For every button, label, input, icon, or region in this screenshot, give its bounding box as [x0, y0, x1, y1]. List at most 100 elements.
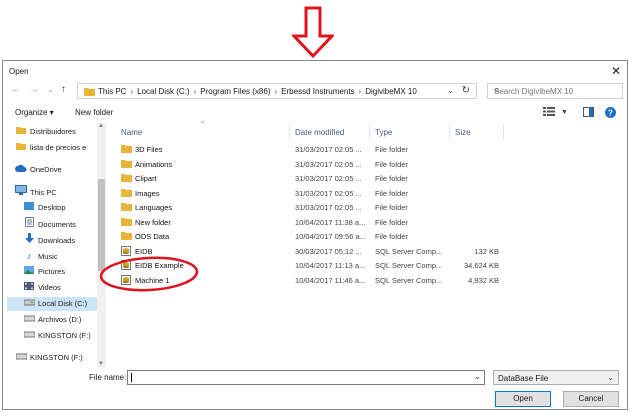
organize-button[interactable]: Organize ▾ — [15, 108, 54, 117]
address-row: ← → ⌄ ↑ This PC › Local Disk (C:) › Program … — [3, 81, 627, 101]
forward-arrow-icon[interactable]: → — [29, 84, 39, 95]
file-name-dropdown-icon[interactable]: ⌄ — [474, 372, 481, 381]
cloud-icon — [15, 163, 27, 177]
cancel-button[interactable]: Cancel — [563, 391, 619, 407]
breadcrumb-item[interactable]: Local Disk (C:) — [137, 87, 189, 96]
file-date: 31/03/2017 02:05 ... — [295, 159, 362, 169]
file-date: 30/03/2017 05:12 ... — [295, 246, 362, 256]
folder-icon — [121, 159, 132, 168]
navigation-pane: Distribuidores lista de precios e OneDri… — [3, 123, 107, 367]
file-row[interactable]: Clipart 31/03/2017 02:05 ... File folder — [111, 172, 511, 186]
column-header-date[interactable]: Date modified — [295, 128, 344, 137]
file-name: Animations — [135, 159, 173, 169]
file-row[interactable]: Images 31/03/2017 02:05 ... File folder — [111, 187, 511, 201]
file-type: File folder — [375, 174, 408, 183]
breadcrumb-separator[interactable]: › — [194, 87, 197, 96]
file-date: 10/04/2017 09:56 a... — [295, 232, 366, 241]
nav-item-documents[interactable]: Documents — [23, 217, 76, 231]
open-file-dialog: Open ✕ ← → ⌄ ↑ This PC › Local Disk (C:) › P… — [2, 60, 628, 410]
history-chevron-icon[interactable]: ⌄ — [47, 85, 54, 94]
file-date: 10/04/2017 11:38 a... — [295, 217, 366, 227]
folder-icon — [121, 145, 132, 153]
breadcrumb: This PC › Local Disk (C:) › Program Files (x… — [98, 87, 417, 96]
file-date: 10/04/2017 11:46 a... — [295, 275, 366, 285]
nav-item-videos[interactable]: Videos — [23, 281, 61, 295]
help-icon[interactable]: ? — [605, 107, 616, 120]
annotation-down-arrow — [292, 6, 334, 58]
breadcrumb-separator[interactable]: › — [130, 87, 133, 96]
sort-indicator-icon: ^ — [201, 121, 205, 128]
file-row[interactable]: New folder 10/04/2017 11:38 a... File fo… — [111, 216, 511, 230]
column-divider[interactable] — [289, 125, 290, 139]
nav-item-local-disk-c[interactable]: Local Disk (C:) — [7, 297, 97, 311]
file-name-input[interactable]: ⌄ — [127, 370, 485, 385]
column-header-size[interactable]: Size — [455, 128, 471, 137]
address-dropdown-icon[interactable]: ⌄ — [447, 86, 454, 95]
folder-icon — [121, 217, 132, 226]
file-type: File folder — [375, 159, 408, 169]
column-divider[interactable] — [503, 125, 504, 139]
column-header-name[interactable]: Name — [121, 128, 142, 137]
nav-item-this-pc[interactable]: This PC — [15, 185, 57, 199]
search-icon[interactable]: ⌕ — [494, 85, 617, 96]
new-folder-button[interactable]: New folder — [75, 108, 113, 117]
file-row[interactable]: ODS Data 10/04/2017 09:56 a... File fold… — [111, 230, 511, 244]
breadcrumb-item[interactable]: Program Files (x86) — [200, 87, 270, 96]
file-list: ^ Name Date modified Type Size 3D Files … — [111, 121, 625, 367]
dialog-footer: File name: ⌄ DataBase File ⌄ Open Cancel — [3, 367, 627, 411]
usb-drive-icon — [23, 329, 35, 343]
refresh-icon[interactable]: ↻ — [462, 85, 470, 96]
folder-icon — [121, 174, 132, 182]
breadcrumb-item[interactable]: Erbessd Instruments — [281, 87, 354, 96]
column-divider[interactable] — [449, 125, 450, 139]
file-type-dropdown-icon[interactable]: ⌄ — [607, 373, 614, 382]
folder-icon — [121, 188, 132, 197]
view-options-icon[interactable] — [543, 107, 555, 118]
column-divider[interactable] — [369, 125, 370, 139]
file-row[interactable]: Animations 31/03/2017 02:05 ... File fol… — [111, 158, 511, 172]
preview-pane-icon[interactable] — [583, 107, 594, 119]
column-header-type[interactable]: Type — [375, 128, 392, 137]
file-type: File folder — [375, 145, 408, 154]
folder-icon — [84, 88, 95, 96]
nav-item-desktop[interactable]: Desktop — [23, 201, 66, 215]
nav-item-pictures[interactable]: Pictures — [23, 265, 65, 279]
view-dropdown-icon[interactable]: ▼ — [561, 109, 568, 116]
folder-icon — [15, 141, 27, 155]
desktop-icon — [23, 201, 35, 215]
file-row[interactable]: 3D Files 31/03/2017 02:05 ... File folde… — [111, 143, 511, 157]
file-size: 4,932 KB — [468, 275, 499, 285]
scroll-up-icon[interactable]: ▲ — [98, 123, 104, 129]
file-name-label: File name: — [89, 373, 127, 382]
nav-item-kingston-f-removable[interactable]: KINGSTON (F:) — [15, 351, 83, 365]
file-date: 10/04/2017 11:13 a... — [295, 261, 366, 270]
open-button[interactable]: Open — [495, 391, 551, 407]
downloads-icon — [23, 233, 35, 248]
dialog-title: Open — [9, 67, 29, 76]
nav-item-distribuidores[interactable]: Distribuidores — [15, 125, 76, 139]
nav-item-onedrive[interactable]: OneDrive — [15, 163, 62, 177]
nav-item-lista-de-precios[interactable]: lista de precios e — [15, 141, 86, 155]
nav-item-archivos-d[interactable]: Archivos (D:) — [23, 313, 81, 327]
file-date: 31/03/2017 02:05 ... — [295, 145, 362, 154]
close-icon[interactable]: ✕ — [611, 64, 621, 78]
nav-item-kingston-f[interactable]: KINGSTON (F:) — [23, 329, 91, 343]
file-type-select[interactable]: DataBase File ⌄ — [493, 370, 619, 385]
file-type: File folder — [375, 232, 408, 241]
address-bar[interactable]: This PC › Local Disk (C:) › Program Files (x… — [77, 83, 477, 99]
nav-pane-scrollbar[interactable]: ▲ ▼ — [97, 123, 106, 367]
search-input[interactable]: Search DigivibeMX 10 ⌕ — [487, 83, 623, 99]
file-row[interactable]: Languages 31/03/2017 02:05 ... File fold… — [111, 201, 511, 215]
file-name: Images — [135, 188, 160, 198]
breadcrumb-separator[interactable]: › — [359, 87, 362, 96]
breadcrumb-separator[interactable]: › — [275, 87, 278, 96]
back-arrow-icon[interactable]: ← — [11, 84, 21, 95]
folder-icon — [121, 203, 132, 211]
nav-item-downloads[interactable]: Downloads — [23, 233, 75, 247]
up-arrow-icon[interactable]: ↑ — [61, 84, 66, 95]
breadcrumb-item[interactable]: DigivibeMX 10 — [365, 87, 417, 96]
breadcrumb-item[interactable]: This PC — [98, 87, 126, 96]
command-toolbar: Organize ▾ New folder ▼ ? — [3, 103, 627, 123]
folder-icon — [121, 232, 132, 240]
nav-item-music[interactable]: ♪ Music — [23, 249, 58, 263]
